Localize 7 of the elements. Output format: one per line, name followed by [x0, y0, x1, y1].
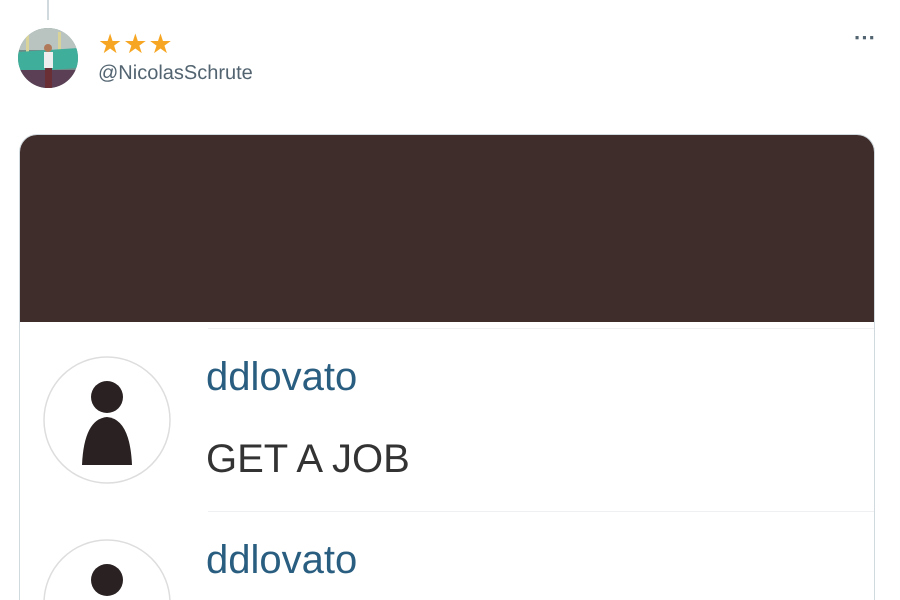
user-handle[interactable]: @NicolasSchrute	[98, 60, 834, 86]
avatar-icon	[42, 355, 172, 485]
comment-text: GET A JOB	[206, 437, 410, 481]
display-name: ★★★	[98, 30, 175, 60]
comment-username: ddlovato	[206, 538, 358, 582]
comment-username: ddlovato	[206, 355, 358, 399]
more-button[interactable]: ···	[854, 25, 876, 51]
